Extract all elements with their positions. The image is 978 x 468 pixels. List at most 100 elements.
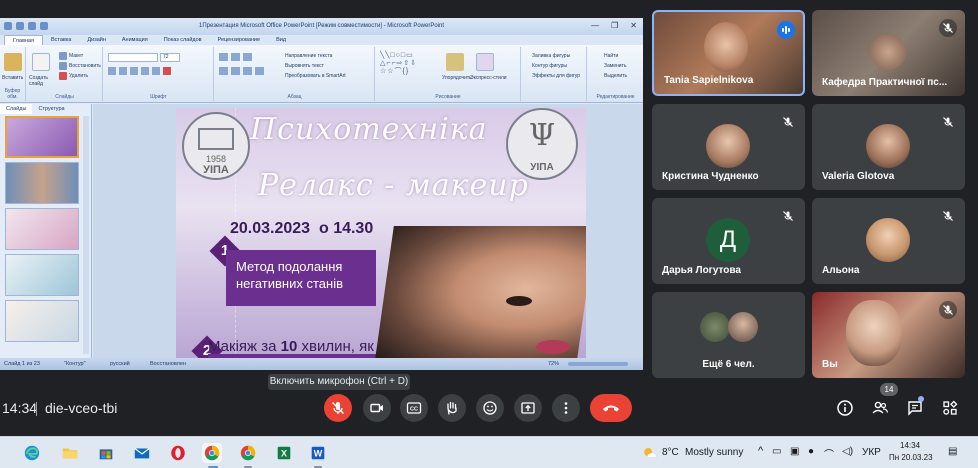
- participant-avatar: [728, 312, 758, 342]
- paste-icon[interactable]: [4, 53, 22, 71]
- zoom-slider[interactable]: [568, 362, 628, 366]
- text-direction-button[interactable]: Направление текста: [285, 53, 332, 59]
- chrome-profile-icon[interactable]: [238, 443, 258, 463]
- keyboard-language[interactable]: УКР: [862, 447, 881, 458]
- bold-icon[interactable]: [108, 67, 116, 75]
- clock-date[interactable]: Пн 20.03.23: [889, 453, 933, 462]
- smartart-button[interactable]: Преобразовать в SmartArt: [285, 73, 346, 79]
- font-name-select[interactable]: [108, 53, 158, 62]
- quick-styles-icon[interactable]: [476, 53, 494, 71]
- mic-off-icon: [939, 113, 957, 131]
- ppt-window-title: 1Презентация Microsoft Office PowerPoint…: [199, 23, 444, 29]
- network-icon[interactable]: ⌒: [824, 446, 834, 461]
- layout-button[interactable]: Макет: [69, 53, 83, 59]
- weather-icon[interactable]: [640, 443, 660, 463]
- delete-button[interactable]: Удалить: [69, 73, 88, 79]
- battery-icon[interactable]: ▭: [772, 446, 781, 457]
- editing-group-label: Редактирование: [596, 94, 635, 100]
- slide-thumbnail[interactable]: [5, 162, 79, 204]
- tab-home[interactable]: Главная: [4, 35, 43, 45]
- mail-icon[interactable]: [132, 443, 152, 463]
- arrange-icon[interactable]: [446, 53, 464, 71]
- mic-toggle-button[interactable]: [324, 394, 352, 422]
- slide-thumbnail[interactable]: [5, 208, 79, 250]
- opera-icon[interactable]: [168, 443, 188, 463]
- chevron-up-icon[interactable]: ^: [758, 445, 763, 457]
- meeting-details-button[interactable]: [835, 398, 855, 418]
- raise-hand-button[interactable]: [438, 394, 466, 422]
- align-text-button[interactable]: Выровнять текст: [285, 63, 324, 69]
- display-icon[interactable]: ▣: [790, 446, 799, 457]
- justify-icon[interactable]: [255, 67, 264, 75]
- underline-icon[interactable]: [130, 67, 138, 75]
- shapes-gallery[interactable]: ╲╲□○□▭ △⌐⌐⇨⇧⇩ ☆☆⌒{}: [380, 52, 442, 82]
- participant-tile[interactable]: Кристина Чудненко: [652, 104, 805, 190]
- camera-toggle-button[interactable]: [363, 394, 391, 422]
- people-button[interactable]: [870, 398, 890, 418]
- mic-tray-icon[interactable]: ●: [808, 446, 814, 457]
- tab-design[interactable]: Дизайн: [79, 35, 114, 45]
- reset-button[interactable]: Восстановить: [69, 63, 101, 69]
- leave-call-button[interactable]: [590, 394, 632, 422]
- chrome-icon[interactable]: [202, 443, 222, 463]
- present-button[interactable]: [514, 394, 542, 422]
- tab-insert[interactable]: Вставка: [43, 35, 79, 45]
- select-button[interactable]: Выделить: [604, 73, 627, 79]
- file-explorer-icon[interactable]: [60, 443, 80, 463]
- word-icon[interactable]: W: [308, 443, 328, 463]
- tab-animation[interactable]: Анимация: [114, 35, 156, 45]
- font-color-icon[interactable]: [163, 67, 171, 75]
- clock-time[interactable]: 14:34: [900, 441, 920, 450]
- indent-icon[interactable]: [243, 53, 252, 61]
- more-participants-tile[interactable]: Ещё 6 чел.: [652, 292, 805, 378]
- participant-tile[interactable]: Кафедра Практичної пс...: [812, 10, 965, 96]
- tab-review[interactable]: Рецензирование: [210, 35, 268, 45]
- meeting-code: die-vceo-tbi: [45, 400, 118, 416]
- current-slide: 1958 УІПА Ψ УІПА Психотехніка Релакс - м…: [176, 108, 586, 358]
- participant-tile[interactable]: Д Дарья Логутова: [652, 198, 805, 284]
- italic-icon[interactable]: [119, 67, 127, 75]
- notification-icon[interactable]: ▤: [948, 446, 957, 457]
- captions-button[interactable]: CC: [400, 394, 428, 422]
- replace-button[interactable]: Заменить: [604, 63, 626, 69]
- close-icon[interactable]: ✕: [630, 21, 637, 30]
- find-button[interactable]: Найти: [604, 53, 618, 59]
- shadow-icon[interactable]: [152, 67, 160, 75]
- svg-text:CC: CC: [410, 407, 418, 413]
- store-icon[interactable]: [96, 443, 116, 463]
- shape-outline-button[interactable]: Контур фигуры: [532, 63, 567, 69]
- participant-tile[interactable]: Альона: [812, 198, 965, 284]
- new-slide-icon[interactable]: [32, 53, 50, 71]
- slide-date: 20.03.2023 о 14.30: [230, 220, 373, 238]
- numbering-icon[interactable]: [231, 53, 240, 61]
- slide-thumbnail[interactable]: [5, 300, 79, 342]
- font-size-select[interactable]: 72: [160, 53, 180, 62]
- excel-icon[interactable]: X: [274, 443, 294, 463]
- align-center-icon[interactable]: [231, 67, 240, 75]
- panel-scrollbar[interactable]: [83, 116, 89, 354]
- restore-icon[interactable]: ❐: [611, 21, 618, 30]
- shape-fill-button[interactable]: Заливка фигуры: [532, 53, 570, 59]
- activities-button[interactable]: [940, 398, 960, 418]
- edge-icon[interactable]: [22, 443, 42, 463]
- reactions-button[interactable]: [476, 394, 504, 422]
- bullets-icon[interactable]: [219, 53, 228, 61]
- strike-icon[interactable]: [141, 67, 149, 75]
- participant-tile[interactable]: Tania Sapielnikova: [652, 10, 805, 96]
- tab-slideshow[interactable]: Показ слайдов: [156, 35, 210, 45]
- minimize-icon[interactable]: —: [591, 21, 599, 30]
- more-options-button[interactable]: [552, 394, 580, 422]
- align-right-icon[interactable]: [243, 67, 252, 75]
- tab-slides[interactable]: Слайды: [0, 104, 33, 114]
- volume-icon[interactable]: ◁): [842, 446, 853, 457]
- align-left-icon[interactable]: [219, 67, 228, 75]
- slide-thumbnail[interactable]: [5, 116, 79, 158]
- svg-text:W: W: [314, 449, 323, 459]
- tab-view[interactable]: Вид: [268, 35, 294, 45]
- shape-effects-button[interactable]: Эффекты для фигур: [532, 73, 580, 79]
- participant-tile[interactable]: Valeria Glotova: [812, 104, 965, 190]
- align-buttons: [219, 67, 264, 75]
- slide-thumbnail[interactable]: [5, 254, 79, 296]
- self-tile[interactable]: Вы: [812, 292, 965, 378]
- tab-outline[interactable]: Структура: [32, 104, 70, 114]
